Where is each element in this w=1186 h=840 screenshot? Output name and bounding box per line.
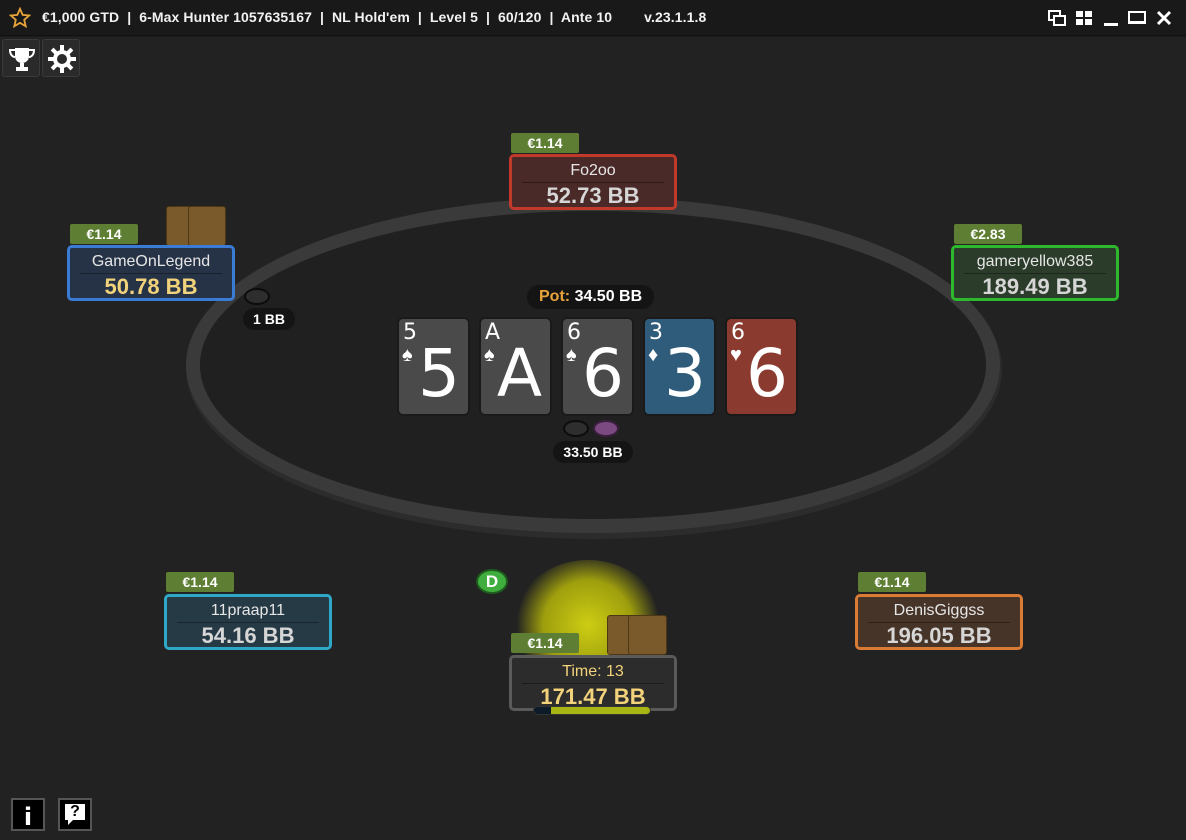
window-tile-icon[interactable]: [1047, 8, 1067, 28]
card-suit-icon: ♠: [402, 344, 413, 366]
bet-chip: [593, 420, 619, 437]
player-name: 11praap11: [177, 600, 319, 623]
maximize-icon[interactable]: [1127, 8, 1147, 28]
board-card: 3 ♦ 3: [643, 317, 716, 416]
time-remaining: Time: 13: [522, 661, 664, 684]
board-card: 6 ♠ 6: [561, 317, 634, 416]
bounty-badge: €1.14: [70, 224, 138, 244]
card-rank-corner: 3: [649, 320, 663, 345]
player-stack: 50.78 BB: [104, 274, 198, 299]
minimize-icon[interactable]: [1101, 8, 1121, 28]
card-rank: 3: [664, 335, 706, 412]
player-stack: 189.49 BB: [982, 274, 1088, 299]
board-card: A ♠ A: [479, 317, 552, 416]
bet-chip: [563, 420, 589, 437]
trophy-button[interactable]: [2, 39, 40, 77]
player-stack: 54.16 BB: [201, 623, 295, 648]
player-stack: 52.73 BB: [546, 183, 640, 208]
player-name: Fo2oo: [522, 160, 664, 183]
info-button[interactable]: i: [11, 798, 45, 831]
card-suit-icon: ♠: [566, 344, 577, 366]
card-suit-icon: ♠: [484, 344, 495, 366]
card-rank-corner: 5: [403, 320, 417, 345]
card-rank: 6: [582, 335, 624, 412]
seat-top[interactable]: Fo2oo 52.73 BB: [509, 154, 677, 210]
seat-left-top[interactable]: GameOnLegend 50.78 BB: [67, 245, 235, 301]
left-top-bet-amount: 1 BB: [243, 308, 295, 330]
center-bet-amount: 33.50 BB: [553, 441, 633, 463]
hole-card-back: [188, 206, 226, 246]
time-bank-fill: [551, 707, 650, 714]
info-icon: i: [23, 803, 33, 831]
card-suit-icon: ♥: [730, 344, 742, 366]
trophy-icon: [8, 48, 36, 71]
seat-right-top[interactable]: gameryellow385 189.49 BB: [951, 245, 1119, 301]
close-icon[interactable]: [1154, 8, 1174, 28]
seat-left-bottom[interactable]: 11praap11 54.16 BB: [164, 594, 332, 650]
time-bank-bar: [533, 706, 651, 715]
card-rank-corner: 6: [567, 320, 581, 345]
title-bar: €1,000 GTD | 6-Max Hunter 1057635167 | N…: [0, 0, 1186, 36]
player-name: GameOnLegend: [80, 251, 222, 274]
dealer-button: D: [476, 569, 508, 594]
card-rank-corner: 6: [731, 320, 745, 345]
card-rank: 5: [418, 335, 460, 412]
card-rank: A: [496, 335, 542, 412]
settings-gear-icon: [48, 45, 76, 73]
player-name: gameryellow385: [964, 251, 1106, 274]
bounty-badge: €2.83: [954, 224, 1022, 244]
help-button[interactable]: ?: [58, 798, 92, 831]
bet-chip: [244, 288, 270, 305]
pot-value: 34.50 BB: [574, 288, 643, 305]
pot-label: Pot:: [539, 288, 571, 305]
help-label: ?: [70, 803, 80, 820]
favorite-star-icon[interactable]: [9, 7, 31, 29]
seat-hero[interactable]: Time: 13 171.47 BB: [509, 655, 677, 711]
bounty-badge: €1.14: [858, 572, 926, 592]
board-card: 5 ♠ 5: [397, 317, 470, 416]
settings-button[interactable]: [42, 39, 80, 77]
bounty-badge: €1.14: [511, 133, 579, 153]
card-rank: 6: [746, 335, 788, 412]
window-title: €1,000 GTD | 6-Max Hunter 1057635167 | N…: [42, 9, 707, 25]
seat-right-bottom[interactable]: DenisGiggss 196.05 BB: [855, 594, 1023, 650]
card-suit-icon: ♦: [648, 344, 659, 366]
bounty-badge: €1.14: [511, 633, 579, 653]
board-card: 6 ♥ 6: [725, 317, 798, 416]
bounty-badge: €1.14: [166, 572, 234, 592]
window-grid-icon[interactable]: [1074, 8, 1094, 28]
player-stack: 196.05 BB: [886, 623, 992, 648]
pot-display: Pot: 34.50 BB: [527, 285, 655, 309]
player-name: DenisGiggss: [868, 600, 1010, 623]
hole-card-back: [628, 615, 667, 655]
